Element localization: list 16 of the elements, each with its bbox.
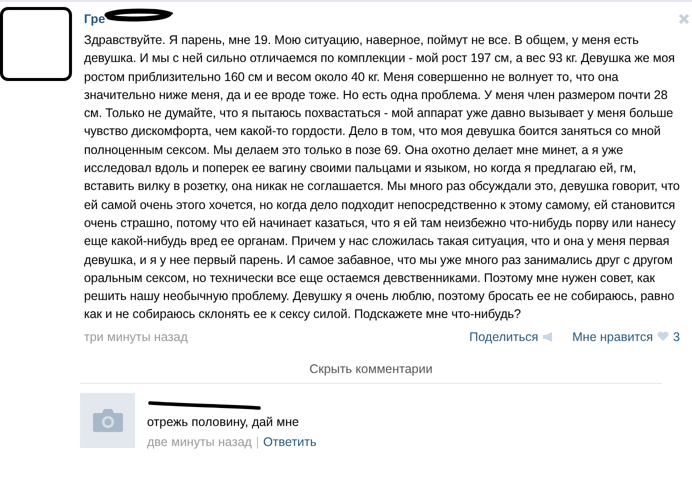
- hide-comments-link[interactable]: Скрыть комментарии: [309, 362, 433, 376]
- like-link[interactable]: Мне нравится: [572, 330, 654, 344]
- heart-icon: [657, 331, 670, 342]
- scribble-mark: [103, 8, 174, 22]
- post-text: Здравствуйте. Я парень, мне 19. Мою ситуацию, наверное, поймут не все. В общем, у меня есть девушка. И мы с ней сильно отличаемся по комплекции - мой рост 197 см, а вес 93 кг. Девушка же моя ростом приблизительно 160 см и весом около 40 кг. Меня совершенно не волнует то, что она значительно ниже меня, да и ее вроде тоже. Но есть одна проблема. У меня член размером почти 28 см. Только не думайте, что я пытаюсь похвастаться - мой аппарат уже давно вызывает у меня больше чувство дискомфорта, чем какой-то гордости. Дело в том, что моя девушка боится заняться со мной полноценным сексом. Мы делаем это только в позе 69. Она охотно делает мне минет, а я уже исследовал вдоль и поперек ее вагину своими пальцами и языком, но когда я предлагаю ей, гм, вставить вилку в розетку, она никак не соглашается. Мы много раз обсуждали это, девушка говорит, что ей самой очень этого хочется, но когда дело подходит непосредственно к этому самому, ей становится очень страшно, потому что ей начинает казаться, что я ей там неизбежно что-нибудь порву или нанесу еще какой-нибудь вред ее органам. Причем у нас сложилась такая ситуация, что и она у меня первая девушка, и я у нее первый парень. И самое забавное, что мы уже много раз занимались друг с другом оральным сексом, но технически все еще остаемся девственниками. Поэтому мне нужен совет, как решить нашу необычную проблему. Девушку я очень люблю, поэтому бросать ее не собираюсь, равно как и не собираюсь склонять ее к сексу силой. Подскажете мне что-нибудь?: [84, 32, 680, 324]
- comment-time: две минуты назад: [147, 434, 252, 449]
- post-time: три минуты назад: [84, 330, 188, 344]
- separator: |: [256, 434, 260, 449]
- close-icon[interactable]: [678, 13, 690, 25]
- like-count: 3: [673, 330, 680, 344]
- comment-text: отрежь половину, дай мне: [147, 414, 300, 429]
- share-link[interactable]: Поделиться: [469, 330, 538, 344]
- megaphone-icon: [542, 332, 554, 342]
- reply-link[interactable]: Ответить: [263, 434, 317, 449]
- author-name[interactable]: Гре: [84, 12, 106, 26]
- camera-icon: [92, 408, 124, 432]
